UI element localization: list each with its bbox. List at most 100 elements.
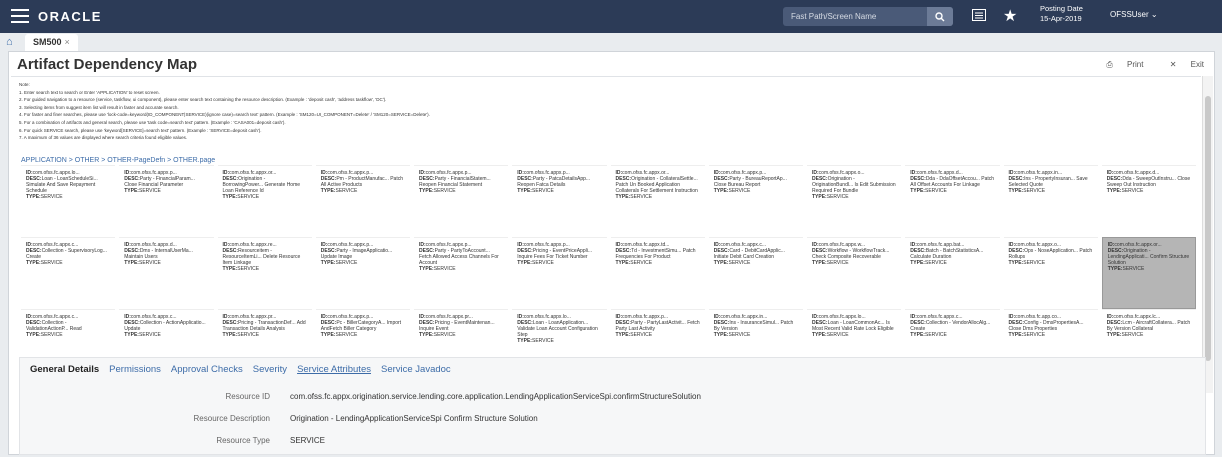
- card-type-value: SERVICE: [138, 188, 161, 194]
- tab-sm500[interactable]: SM500 ×: [25, 34, 78, 51]
- card-desc: DESC:Origination - CollateralSettle... P…: [615, 176, 698, 194]
- card-type-value: SERVICE: [826, 260, 849, 266]
- artifact-card[interactable]: ID:com.ofss.fc.appx.p... DESC:Pricing - E…: [512, 237, 607, 309]
- card-type-value: SERVICE: [138, 332, 161, 338]
- tab-general-details[interactable]: General Details: [30, 364, 99, 375]
- chevron-down-icon: ⌄: [1150, 10, 1158, 19]
- print-button[interactable]: ⎙ Print: [1094, 60, 1143, 69]
- exit-button[interactable]: ✕ Exit: [1158, 60, 1204, 69]
- card-type-value: SERVICE: [237, 266, 260, 272]
- posting-date-value: 15-Apr-2019: [1040, 14, 1082, 23]
- card-desc: DESC:Collection - VendorAllocAlg... Crea…: [910, 320, 991, 332]
- artifact-card[interactable]: ID:com.ofss.fc.appx.d... DESC:Dda - Sweep…: [1101, 165, 1196, 237]
- card-type-value: SERVICE: [630, 194, 653, 200]
- card-desc: DESC:Ins - PropertyInsuran... Save Selec…: [1008, 176, 1088, 188]
- close-icon[interactable]: ×: [65, 37, 70, 47]
- card-type: TYPE:SERVICE: [615, 194, 653, 200]
- note-line: 4. For faster and finer searches, please…: [19, 112, 430, 118]
- artifact-scroll-region[interactable]: Note: 1. Enter search text to search or E…: [11, 76, 1201, 394]
- artifact-card[interactable]: ID:com.ofss.fc.appx.d... DESC:Dda - DdaOf…: [905, 165, 1000, 237]
- search-button[interactable]: [927, 7, 953, 26]
- artifact-card[interactable]: ID:com.ofss.fc.appx.or... DESC:Originatio…: [1101, 237, 1196, 309]
- artifact-card[interactable]: ID:com.ofss.fc.appx.in... DESC:Ins - Prop…: [1003, 165, 1098, 237]
- card-desc: DESC:Ins - InsuranceSimul... Patch By Ve…: [713, 320, 794, 332]
- card-desc: DESC:Workflow - WorkflowTrack... Check C…: [812, 248, 890, 260]
- artifact-card[interactable]: ID:com.ofss.fc.appx.c... DESC:Card - Debi…: [708, 237, 803, 309]
- card-type-value: SERVICE: [924, 332, 947, 338]
- scrollbar[interactable]: [1202, 76, 1213, 393]
- card-desc: DESC:Party - FinancialStatem... Reopen F…: [419, 176, 491, 188]
- artifact-card[interactable]: ID:com.ofss.fc.appx.c... DESC:Collection …: [21, 237, 116, 309]
- scrollbar-thumb[interactable]: [1205, 96, 1211, 361]
- notes: Note: 1. Enter search text to search or E…: [19, 81, 430, 142]
- card-type-value: SERVICE: [924, 188, 947, 194]
- artifact-card[interactable]: ID:com.ofss.fc.appx.w... DESC:Workflow - …: [807, 237, 902, 309]
- artifact-card[interactable]: ID:com.ofss.fc.appx.d... DESC:Dms - Inter…: [119, 237, 214, 309]
- card-type: TYPE:SERVICE: [517, 260, 554, 266]
- page-title: Artifact Dependency Map: [17, 56, 198, 73]
- note-line: 3. Selecting items from suggest item lis…: [19, 104, 179, 110]
- card-type-value: SERVICE: [1121, 188, 1144, 194]
- note-line: Note:: [19, 82, 30, 87]
- card-desc: DESC:Config - DmsPropertiesA... Close Dm…: [1008, 320, 1084, 332]
- resource-id-value: com.ofss.fc.appx.origination.service.len…: [290, 392, 701, 401]
- breadcrumb[interactable]: APPLICATION > OTHER > OTHER-PageDefn > O…: [21, 157, 215, 164]
- tab-permissions[interactable]: Permissions: [109, 364, 161, 375]
- card-type: TYPE:SERVICE: [910, 332, 947, 338]
- card-type: TYPE:SERVICE: [1107, 266, 1145, 272]
- tab-service-javadoc[interactable]: Service Javadoc: [381, 364, 451, 375]
- artifact-card[interactable]: ID:com.ofss.fc.appx.p... DESC:Party - Fin…: [119, 165, 214, 237]
- card-type-value: SERVICE: [335, 260, 358, 266]
- card-desc: DESC:Party - FinancialParam... Close Fin…: [124, 176, 195, 188]
- card-type: TYPE:SERVICE: [320, 260, 358, 266]
- artifact-card[interactable]: ID:com.ofss.fc.appx.o... DESC:Origination…: [807, 165, 902, 237]
- card-desc: DESC:Collection - SupervisoryLog... Crea…: [26, 248, 107, 260]
- menu-icon[interactable]: [11, 9, 29, 23]
- artifact-card[interactable]: ID:com.ofss.fc.appx.p... DESC:Party - Fin…: [414, 165, 509, 237]
- card-type-value: SERVICE: [1121, 332, 1144, 338]
- artifact-card[interactable]: ID:com.ofss.fc.appx.re... DESC:Resourceit…: [217, 237, 312, 309]
- card-desc: DESC:Loan - LoanCommonAc... Is Most Rece…: [812, 320, 894, 332]
- dashboard-icon[interactable]: [972, 8, 986, 24]
- artifact-card[interactable]: ID:com.ofss.fc.appx.lo... DESC:Loan - Loa…: [21, 165, 116, 237]
- tab-service-attributes[interactable]: Service Attributes: [297, 364, 371, 375]
- resource-description-label: Resource Description: [193, 414, 270, 423]
- card-type: TYPE:SERVICE: [222, 194, 260, 200]
- card-type: TYPE:SERVICE: [222, 332, 260, 338]
- note-line: 5. For a combination of artifacts and ge…: [19, 119, 286, 125]
- card-type: TYPE:SERVICE: [419, 188, 456, 194]
- card-desc: DESC:Party - PartyLastActivit... Fetch P…: [615, 320, 700, 332]
- artifact-card[interactable]: ID:com.ofss.fc.appx.p... DESC:Party - Bur…: [708, 165, 803, 237]
- artifact-card[interactable]: ID:com.ofss.fc.appx.p... DESC:Pm - Produc…: [315, 165, 410, 237]
- tab-approval-checks[interactable]: Approval Checks: [171, 364, 243, 375]
- artifact-card[interactable]: ID:com.ofss.fc.appx.p... DESC:Party - Par…: [414, 237, 509, 309]
- tab-bar: ⌂ SM500 ×: [0, 33, 1222, 51]
- card-desc: DESC:Party - BureauReportAp... Close Bur…: [713, 176, 787, 188]
- artifact-card[interactable]: ID:com.ofss.fc.appx.or... DESC:Originatio…: [217, 165, 312, 237]
- card-desc: DESC:Ops - NoseApplication... Patch Roll…: [1008, 248, 1093, 260]
- card-type-value: SERVICE: [826, 194, 849, 200]
- card-type-value: SERVICE: [826, 332, 849, 338]
- user-menu[interactable]: OFSSUser ⌄: [1110, 10, 1158, 19]
- card-type-value: SERVICE: [237, 194, 260, 200]
- favorites-star-icon[interactable]: ★: [1003, 6, 1017, 26]
- artifact-card[interactable]: ID:com.ofss.fc.appx.p... DESC:Party - Ima…: [315, 237, 410, 309]
- artifact-card[interactable]: ID:com.ofss.fc.appx.td... DESC:Td - Inves…: [610, 237, 705, 309]
- home-icon[interactable]: ⌂: [6, 36, 22, 49]
- artifact-card[interactable]: ID:com.ofss.fc.appx.o... DESC:Ops - NoseA…: [1003, 237, 1098, 309]
- artifact-card[interactable]: ID:com.ofss.fc.appx.p... DESC:Party - Pat…: [512, 165, 607, 237]
- search-icon: [935, 12, 945, 22]
- details-panel: General Details Permissions Approval Check…: [19, 357, 1206, 455]
- card-desc: DESC:Card - DebitCardApplic... Initiate …: [713, 248, 785, 260]
- note-line: 2. For guided navigation to a resource (…: [19, 97, 387, 103]
- tab-severity[interactable]: Severity: [253, 364, 287, 375]
- exit-label: Exit: [1190, 60, 1204, 69]
- artifact-card[interactable]: ID:com.ofss.fc.appx.or... DESC:Originatio…: [610, 165, 705, 237]
- fast-path-input[interactable]: Fast Path/Screen Name: [783, 7, 953, 26]
- card-desc: DESC:Origination - OriginationBundl... I…: [812, 176, 896, 194]
- card-type-value: SERVICE: [40, 194, 63, 200]
- top-bar: ORACLE Fast Path/Screen Name ★ Posting D…: [0, 0, 1222, 33]
- artifact-card[interactable]: ID:com.ofss.fc.app.bat... DESC:Batch - Ba…: [905, 237, 1000, 309]
- card-type: TYPE:SERVICE: [26, 194, 63, 200]
- card-desc: DESC:Party - PartyToAccount... Fetch All…: [419, 248, 499, 266]
